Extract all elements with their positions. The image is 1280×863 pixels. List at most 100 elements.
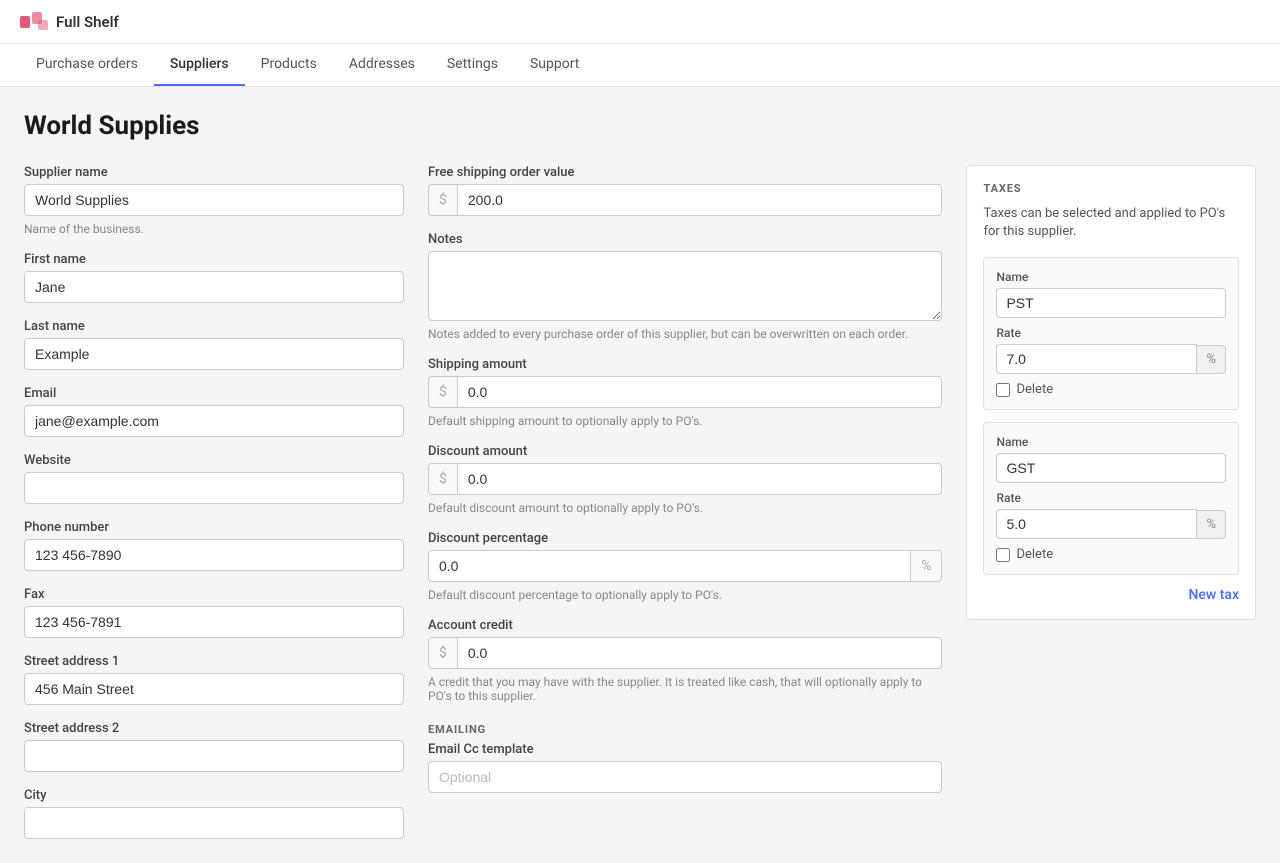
fax-group: Fax: [24, 587, 404, 638]
email-input[interactable]: [24, 405, 404, 437]
discount-amount-group: Discount amount $ Default discount amoun…: [428, 444, 942, 515]
street2-label: Street address 2: [24, 721, 404, 736]
tax-gst-rate-label: Rate: [996, 491, 1226, 505]
phone-input[interactable]: [24, 539, 404, 571]
tax-gst-rate-input[interactable]: [996, 509, 1197, 539]
nav-purchase-orders[interactable]: Purchase orders: [20, 44, 154, 86]
discount-pct-hint: Default discount percentage to optionall…: [428, 588, 942, 602]
tax-gst-percent-icon: %: [1197, 510, 1226, 539]
supplier-name-input[interactable]: [24, 184, 404, 216]
supplier-name-group: Supplier name Name of the business.: [24, 165, 404, 236]
nav-bar: Purchase orders Suppliers Products Addre…: [0, 44, 1280, 87]
new-tax-link[interactable]: New tax: [983, 587, 1239, 603]
discount-amount-label: Discount amount: [428, 444, 942, 459]
free-shipping-group: Free shipping order value $: [428, 165, 942, 216]
right-column: TAXES Taxes can be selected and applied …: [966, 165, 1256, 620]
nav-addresses[interactable]: Addresses: [333, 44, 431, 86]
website-input[interactable]: [24, 472, 404, 504]
page-title: World Supplies: [24, 111, 1256, 141]
supplier-name-hint: Name of the business.: [24, 222, 404, 236]
city-label: City: [24, 788, 404, 803]
last-name-input[interactable]: [24, 338, 404, 370]
tax-gst-name-label: Name: [996, 435, 1226, 449]
tax-pst-delete-label[interactable]: Delete: [1016, 382, 1053, 397]
tax-pst-delete-row: Delete: [996, 382, 1226, 397]
tax-pst-delete-checkbox[interactable]: [996, 383, 1010, 397]
shipping-amount-input[interactable]: [458, 377, 942, 407]
website-label: Website: [24, 453, 404, 468]
notes-label: Notes: [428, 232, 942, 247]
tax-card-gst: Name Rate % Delete: [983, 422, 1239, 575]
notes-input[interactable]: [428, 251, 942, 321]
website-group: Website: [24, 453, 404, 504]
street2-input[interactable]: [24, 740, 404, 772]
shipping-amount-input-wrapper: $: [428, 376, 942, 408]
first-name-group: First name: [24, 252, 404, 303]
discount-pct-group: Discount percentage % Default discount p…: [428, 531, 942, 602]
nav-settings[interactable]: Settings: [431, 44, 514, 86]
email-cc-group: Email Cc template: [428, 742, 942, 793]
tax-pst-name-label: Name: [996, 270, 1226, 284]
dollar-icon-credit: $: [429, 638, 458, 668]
fax-label: Fax: [24, 587, 404, 602]
city-input[interactable]: [24, 807, 404, 839]
percent-icon: %: [910, 551, 941, 581]
tax-gst-delete-row: Delete: [996, 547, 1226, 562]
shipping-amount-group: Shipping amount $ Default shipping amoun…: [428, 357, 942, 428]
street1-group: Street address 1: [24, 654, 404, 705]
account-credit-input[interactable]: [458, 638, 942, 668]
middle-column: Free shipping order value $ Notes Notes …: [428, 165, 942, 793]
tax-pst-name-input[interactable]: [996, 288, 1226, 318]
taxes-panel: TAXES Taxes can be selected and applied …: [966, 165, 1256, 620]
shipping-amount-hint: Default shipping amount to optionally ap…: [428, 414, 942, 428]
tax-gst-delete-checkbox[interactable]: [996, 548, 1010, 562]
logo-icon: [20, 12, 48, 32]
discount-pct-label: Discount percentage: [428, 531, 942, 546]
last-name-label: Last name: [24, 319, 404, 334]
tax-pst-rate-input[interactable]: [996, 344, 1197, 374]
email-cc-input[interactable]: [428, 761, 942, 793]
phone-group: Phone number: [24, 520, 404, 571]
discount-amount-input-wrapper: $: [428, 463, 942, 495]
street2-group: Street address 2: [24, 721, 404, 772]
free-shipping-input-wrapper: $: [428, 184, 942, 216]
nav-support[interactable]: Support: [514, 44, 595, 86]
free-shipping-input[interactable]: [458, 185, 942, 215]
dollar-icon-discount: $: [429, 464, 458, 494]
emailing-label: EMAILING: [428, 723, 942, 736]
first-name-label: First name: [24, 252, 404, 267]
nav-products[interactable]: Products: [245, 44, 333, 86]
free-shipping-label: Free shipping order value: [428, 165, 942, 180]
tax-gst-name-input[interactable]: [996, 453, 1226, 483]
shipping-amount-label: Shipping amount: [428, 357, 942, 372]
street1-label: Street address 1: [24, 654, 404, 669]
first-name-input[interactable]: [24, 271, 404, 303]
notes-group: Notes Notes added to every purchase orde…: [428, 232, 942, 341]
street1-input[interactable]: [24, 673, 404, 705]
fax-input[interactable]: [24, 606, 404, 638]
email-label: Email: [24, 386, 404, 401]
tax-card-pst: Name Rate % Delete: [983, 257, 1239, 410]
email-group: Email: [24, 386, 404, 437]
last-name-group: Last name: [24, 319, 404, 370]
app-title: Full Shelf: [56, 13, 119, 31]
logo-area: Full Shelf: [20, 12, 119, 32]
nav-suppliers[interactable]: Suppliers: [154, 44, 245, 86]
account-credit-group: Account credit $ A credit that you may h…: [428, 618, 942, 703]
tax-pst-rate-row: %: [996, 344, 1226, 374]
taxes-header: TAXES: [983, 182, 1239, 195]
emailing-section: EMAILING Email Cc template: [428, 719, 942, 793]
discount-pct-input[interactable]: [429, 551, 910, 581]
dollar-icon: $: [429, 185, 458, 215]
tax-pst-percent-icon: %: [1197, 345, 1226, 374]
account-credit-input-wrapper: $: [428, 637, 942, 669]
dollar-icon-shipping: $: [429, 377, 458, 407]
tax-gst-delete-label[interactable]: Delete: [1016, 547, 1053, 562]
discount-amount-input[interactable]: [458, 464, 942, 494]
taxes-description: Taxes can be selected and applied to PO'…: [983, 205, 1239, 241]
form-layout: Supplier name Name of the business. Firs…: [24, 165, 1256, 839]
top-header: Full Shelf: [0, 0, 1280, 44]
supplier-name-label: Supplier name: [24, 165, 404, 180]
discount-pct-input-wrapper: %: [428, 550, 942, 582]
tax-pst-rate-label: Rate: [996, 326, 1226, 340]
